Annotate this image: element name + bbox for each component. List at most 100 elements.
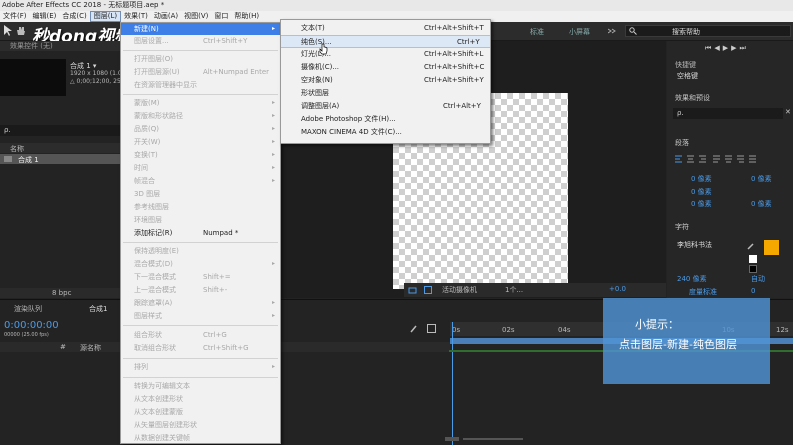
bpc-label[interactable]: 8 bpc <box>52 289 71 297</box>
menu-item-open-layer[interactable]: 打开图层(O) <box>121 53 280 65</box>
menu-item-3d-layer[interactable]: 3D 图层 <box>121 188 280 200</box>
graph-editor-icon[interactable] <box>427 324 436 333</box>
menu-item-mask-shape-path[interactable]: 蒙版和形状路径 ▸ <box>121 110 280 122</box>
search-help-field[interactable]: 搜索帮助 <box>625 25 791 37</box>
menu-item-ungroup-shapes[interactable]: 取消组合形状 Ctrl+Shift+G <box>121 342 280 354</box>
menu-item-group-shapes[interactable]: 组合形状 Ctrl+G <box>121 329 280 341</box>
toggle-transparency-icon[interactable] <box>424 286 432 294</box>
motion-blur-icon[interactable] <box>409 324 419 335</box>
menu-item-transform[interactable]: 变换(T) ▸ <box>121 149 280 161</box>
menu-item-layer-styles[interactable]: 图层样式 ▸ <box>121 310 280 322</box>
menu-item-keyframes-from-data[interactable]: 从数据创建关键帧 <box>121 432 280 444</box>
camera-icon[interactable] <box>408 286 418 294</box>
tracking-value[interactable]: 0 <box>751 287 755 295</box>
project-item-row[interactable]: 合成 1 <box>0 154 120 164</box>
menu-file[interactable]: 文件(F) <box>0 11 30 22</box>
menu-item-shapes-from-vector[interactable]: 从矢量图层创建形状 <box>121 419 280 431</box>
tab-composition[interactable]: 合成1 <box>89 304 107 314</box>
col-source-name[interactable]: 源名称 <box>80 343 101 353</box>
menu-window[interactable]: 窗口 <box>211 11 231 22</box>
zoom-slider[interactable] <box>463 438 523 440</box>
submenu-item-null-object[interactable]: 空对象(N) Ctrl+Alt+Shift+Y <box>281 74 490 87</box>
menu-item-masks-from-text[interactable]: 从文本创建蒙版 <box>121 406 280 418</box>
menu-item-environment-layer[interactable]: 环境图层 <box>121 214 280 226</box>
playhead[interactable] <box>452 322 453 445</box>
leading-value[interactable]: 自动 <box>751 274 765 284</box>
menu-composition[interactable]: 合成(C) <box>59 11 89 22</box>
submenu-item-text[interactable]: 文本(T) Ctrl+Alt+Shift+T <box>281 22 490 35</box>
prev-frame-icon[interactable]: ◀ <box>714 44 722 52</box>
workspace-small-screen[interactable]: 小屏幕 <box>569 27 590 37</box>
tab-render-queue[interactable]: 渲染队列 <box>14 304 42 314</box>
effects-search-field[interactable]: ρ. <box>673 108 783 119</box>
eyedropper-icon[interactable] <box>747 242 755 252</box>
preview-controls[interactable]: ⏮◀▶▶⏭ <box>705 44 765 52</box>
indent-first-value[interactable]: 0 像素 <box>691 187 712 197</box>
menu-item-switches[interactable]: 开关(W) ▸ <box>121 136 280 148</box>
font-family-select[interactable]: 李旭科书法 <box>677 240 712 250</box>
active-camera-select[interactable]: 活动摄像机 <box>442 285 477 295</box>
menu-item-track-matte[interactable]: 跟踪遮罩(A) ▸ <box>121 297 280 309</box>
submenu-item-camera[interactable]: 摄像机(C)... Ctrl+Alt+Shift+C <box>281 61 490 74</box>
white-color-swatch[interactable] <box>749 255 757 263</box>
menu-item-layer-settings[interactable]: 图层设置... Ctrl+Shift+Y <box>121 35 280 47</box>
menu-layer[interactable]: 图层(L) <box>89 11 122 22</box>
kerning-select[interactable]: 度量标准 <box>689 287 717 297</box>
menu-item-guide-layer[interactable]: 参考线图层 <box>121 201 280 213</box>
zoom-out-icon[interactable] <box>445 437 459 441</box>
menu-item-blending-mode[interactable]: 混合模式(D) ▸ <box>121 258 280 270</box>
project-search-icon: ρ. <box>4 126 11 134</box>
hand-tool-icon[interactable] <box>16 26 26 36</box>
space-after-value[interactable]: 0 像素 <box>751 199 772 209</box>
menu-item-time[interactable]: 时间 ▸ <box>121 162 280 174</box>
menu-view[interactable]: 视图(V) <box>181 11 211 22</box>
font-size-value[interactable]: 240 像素 <box>677 274 707 284</box>
submenu-item-cinema4d-file[interactable]: MAXON CINEMA 4D 文件(C)... <box>281 126 490 139</box>
tab-effect-controls[interactable]: 效果控件 (无) <box>0 42 53 50</box>
menu-item-next-blending-mode[interactable]: 下一混合模式 Shift+= <box>121 271 280 283</box>
menu-item-convert-editable-text[interactable]: 转换为可编辑文本 <box>121 380 280 392</box>
submenu-item-adjustment-layer[interactable]: 调整图层(A) Ctrl+Alt+Y <box>281 100 490 113</box>
first-frame-icon[interactable]: ⏮ <box>705 44 714 52</box>
paragraph-align-buttons[interactable] <box>675 155 787 163</box>
indent-right-value[interactable]: 0 像素 <box>751 174 772 184</box>
menu-item-mask[interactable]: 蒙版(M) ▸ <box>121 97 280 109</box>
last-frame-icon[interactable]: ⏭ <box>739 44 748 52</box>
view-layout-select[interactable]: 1个... <box>505 285 523 295</box>
menu-edit[interactable]: 编辑(E) <box>30 11 60 22</box>
menu-item-shapes-from-text[interactable]: 从文本创建形状 <box>121 393 280 405</box>
menu-item-reveal-in-explorer[interactable]: 在资源管理器中显示 <box>121 79 280 91</box>
space-before-value[interactable]: 0 像素 <box>691 199 712 209</box>
align-icons[interactable] <box>675 155 787 163</box>
current-timecode[interactable]: 0:00:00:00 <box>4 320 59 331</box>
selection-tool-icon[interactable] <box>4 25 12 36</box>
black-color-swatch[interactable] <box>749 265 757 273</box>
menu-animation[interactable]: 动画(A) <box>151 11 181 22</box>
submenu-item-shape-layer[interactable]: 形状图层 <box>281 87 490 100</box>
menu-item-preserve-transparency[interactable]: 保持透明度(E) <box>121 245 280 257</box>
menu-item-new[interactable]: 新建(N) ▸ <box>121 23 280 35</box>
workspace-overflow-icon[interactable] <box>607 28 616 34</box>
menu-help[interactable]: 帮助(H) <box>231 11 262 22</box>
effects-close-icon[interactable]: ✕ <box>785 108 791 116</box>
play-icon[interactable]: ▶ <box>723 44 731 52</box>
exposure-offset[interactable]: +0.0 <box>609 285 626 293</box>
workspace-standard[interactable]: 标准 <box>530 27 544 37</box>
menu-item-add-marker[interactable]: 添加标记(R) Numpad * <box>121 227 280 239</box>
shortcut-select[interactable]: 空格键 <box>677 71 698 81</box>
paragraph-title: 段落 <box>675 139 689 147</box>
submenu-item-light[interactable]: 灯光(L)... Ctrl+Alt+Shift+L <box>281 48 490 61</box>
menu-item-quality[interactable]: 品质(Q) ▸ <box>121 123 280 135</box>
fill-color-rect <box>764 240 779 255</box>
submenu-item-solid[interactable]: 纯色(S)... Ctrl+Y <box>281 35 490 48</box>
menu-item-frame-blending[interactable]: 帧混合 ▸ <box>121 175 280 187</box>
menu-effect[interactable]: 效果(T) <box>121 11 151 22</box>
menu-item-prev-blending-mode[interactable]: 上一混合模式 Shift+- <box>121 284 280 296</box>
submenu-item-photoshop-file[interactable]: Adobe Photoshop 文件(H)... <box>281 113 490 126</box>
menu-item-open-layer-source[interactable]: 打开图层源(U) Alt+Numpad Enter <box>121 66 280 78</box>
column-name-header[interactable]: 名称 <box>10 144 24 154</box>
menu-item-arrange[interactable]: 排列 ▸ <box>121 361 280 373</box>
indent-left-value[interactable]: 0 像素 <box>691 174 712 184</box>
project-search-field[interactable]: ρ. <box>0 125 120 136</box>
fill-color-swatch[interactable] <box>764 240 779 255</box>
